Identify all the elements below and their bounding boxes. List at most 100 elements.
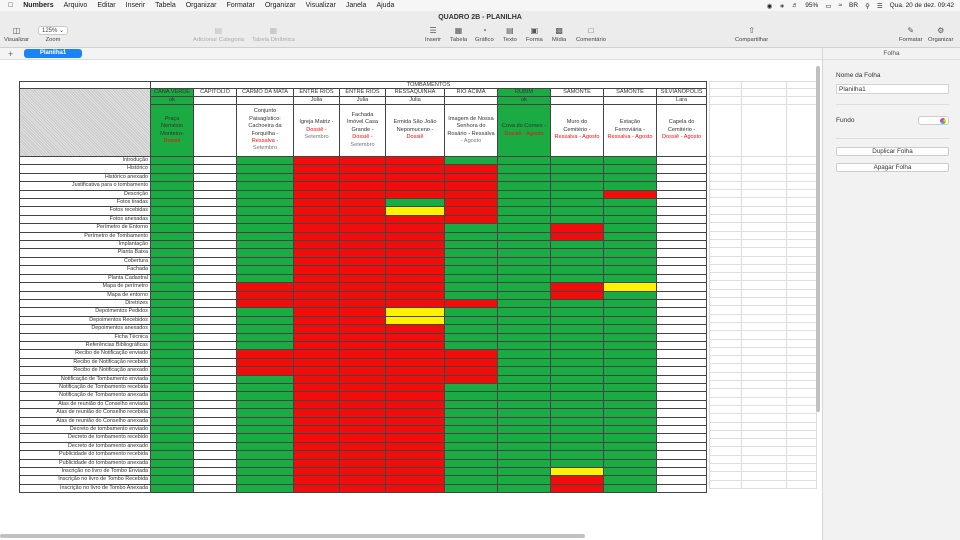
status-cell[interactable]	[655, 416, 708, 427]
status-cell[interactable]	[150, 458, 194, 469]
status-cell[interactable]	[236, 265, 294, 275]
empty-cell[interactable]	[741, 471, 787, 481]
status-cell[interactable]	[497, 391, 551, 401]
row-label[interactable]: Inscrição no livro de Tombo Anexada	[19, 483, 151, 494]
status-cell[interactable]	[193, 458, 237, 469]
column-description[interactable]: Praça Nemésio Monteiro- Dossiê	[150, 104, 194, 157]
empty-cell[interactable]	[709, 429, 742, 440]
status-cell[interactable]	[236, 340, 294, 351]
empty-cell[interactable]	[741, 379, 787, 390]
status-cell[interactable]	[293, 181, 340, 191]
status-cell[interactable]	[655, 424, 708, 435]
empty-cell[interactable]	[709, 355, 742, 365]
status-cell[interactable]	[444, 374, 498, 384]
status-cell[interactable]	[193, 332, 237, 342]
status-cell[interactable]	[339, 374, 386, 384]
status-cell[interactable]	[655, 248, 708, 258]
empty-cell[interactable]	[786, 388, 817, 398]
status-cell[interactable]	[193, 172, 237, 183]
status-cell[interactable]	[150, 408, 194, 418]
empty-cell[interactable]	[709, 255, 742, 265]
status-cell[interactable]	[655, 265, 708, 275]
empty-cell[interactable]	[786, 355, 817, 365]
sheet-tab-planilha1[interactable]: Planilha1	[24, 49, 82, 58]
status-cell[interactable]	[385, 164, 445, 174]
status-cell[interactable]	[150, 332, 194, 342]
status-cell[interactable]	[655, 223, 708, 233]
status-cell[interactable]	[550, 340, 604, 351]
empty-cell[interactable]	[741, 338, 787, 348]
status-cell[interactable]	[603, 332, 657, 342]
status-cell[interactable]	[150, 181, 194, 191]
status-cell[interactable]	[655, 240, 708, 250]
status-cell[interactable]	[385, 382, 445, 393]
status-cell[interactable]	[236, 374, 294, 384]
status-cell[interactable]	[550, 298, 604, 309]
row-label[interactable]: Planta Cadastral	[19, 273, 151, 284]
row-label[interactable]: Notificação de Tombamento anexada	[19, 391, 151, 401]
empty-cell[interactable]	[709, 388, 742, 398]
status-cell[interactable]	[385, 307, 445, 317]
status-cell[interactable]	[444, 282, 498, 292]
status-cell[interactable]	[293, 256, 340, 267]
row-label[interactable]: Recibo de Notificação enviado	[19, 349, 151, 359]
status-cell[interactable]	[550, 248, 604, 258]
empty-cell[interactable]	[741, 230, 787, 240]
control-center-icon[interactable]: ☰	[877, 2, 883, 10]
status-cell[interactable]	[293, 416, 340, 427]
status-cell[interactable]	[150, 206, 194, 216]
status-cell[interactable]	[236, 214, 294, 225]
empty-cell[interactable]	[709, 404, 742, 415]
empty-cell[interactable]	[741, 263, 787, 274]
clock[interactable]: Qua. 20 de dez. 09:42	[890, 2, 954, 9]
empty-cell[interactable]	[709, 238, 742, 249]
row-label[interactable]: Planta Baixa	[19, 248, 151, 258]
status-cell[interactable]	[603, 416, 657, 427]
status-cell[interactable]	[655, 382, 708, 393]
status-cell[interactable]	[339, 298, 386, 309]
empty-cell[interactable]	[709, 421, 742, 431]
status-cell[interactable]	[293, 340, 340, 351]
status-cell[interactable]	[603, 290, 657, 300]
status-cell[interactable]	[497, 273, 551, 284]
status-cell[interactable]	[497, 408, 551, 418]
status-cell[interactable]	[339, 408, 386, 418]
empty-cell[interactable]	[741, 155, 787, 166]
status-cell[interactable]	[497, 475, 551, 485]
empty-cell[interactable]	[786, 272, 817, 282]
status-cell[interactable]	[150, 155, 194, 166]
menu-tabela[interactable]: Tabela	[155, 2, 176, 9]
status-cell[interactable]	[655, 475, 708, 485]
empty-cell[interactable]	[741, 255, 787, 265]
column-header-name[interactable]: CANA VERDE	[150, 88, 194, 97]
empty-cell[interactable]	[741, 346, 787, 357]
status-cell[interactable]	[444, 441, 498, 452]
menu-inserir[interactable]: Inserir	[126, 2, 145, 9]
status-cell[interactable]	[444, 206, 498, 216]
empty-cell[interactable]	[786, 230, 817, 240]
row-label[interactable]: Publicidade do tombamento anexada	[19, 458, 151, 469]
status-cell[interactable]	[193, 324, 237, 334]
empty-cell[interactable]	[741, 404, 787, 415]
empty-cell[interactable]	[741, 305, 787, 315]
status-cell[interactable]	[497, 357, 551, 368]
status-cell[interactable]	[236, 256, 294, 267]
status-cell[interactable]	[385, 475, 445, 485]
status-cell[interactable]	[603, 458, 657, 469]
empty-cell[interactable]	[741, 321, 787, 332]
status-cell[interactable]	[339, 483, 386, 494]
status-cell[interactable]	[497, 416, 551, 427]
empty-cell[interactable]	[709, 305, 742, 315]
empty-cell[interactable]	[709, 346, 742, 357]
status-cell[interactable]	[655, 458, 708, 469]
row-label[interactable]: Notificação de Tombamento recebida	[19, 382, 151, 393]
status-cell[interactable]	[236, 164, 294, 174]
empty-cell[interactable]	[741, 205, 787, 216]
status-cell[interactable]	[236, 475, 294, 485]
row-label[interactable]: Fotos recebidas	[19, 206, 151, 216]
status-cell[interactable]	[444, 450, 498, 460]
status-cell[interactable]	[385, 374, 445, 384]
status-cell[interactable]	[293, 290, 340, 300]
status-cell[interactable]	[385, 298, 445, 309]
status-cell[interactable]	[655, 357, 708, 368]
